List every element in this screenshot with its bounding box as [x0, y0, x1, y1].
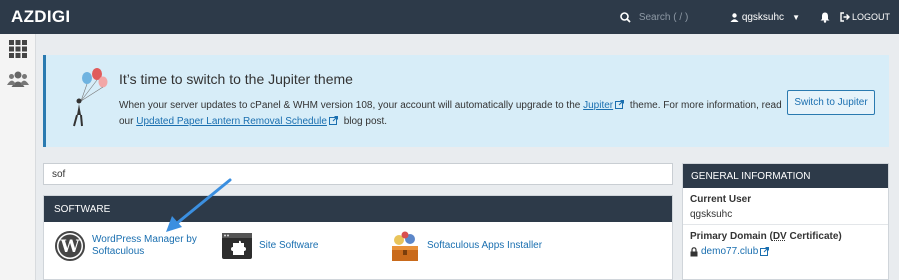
logout-label: LOGOUT — [851, 12, 890, 22]
app-site-software[interactable]: Site Software — [221, 230, 318, 262]
general-information-heading[interactable]: GENERAL INFORMATION — [683, 164, 888, 188]
software-panel-heading[interactable]: SOFTWARE — [44, 196, 672, 222]
jupiter-link[interactable]: Jupiter — [583, 100, 613, 111]
svg-text:W: W — [59, 237, 80, 257]
user-menu[interactable]: qgsksuhc ▼ — [730, 12, 800, 23]
external-link-icon — [615, 100, 625, 109]
search-box[interactable] — [620, 11, 720, 23]
grid-icon — [9, 40, 27, 58]
app-label: WordPress Manager by Softaculous — [92, 234, 197, 257]
sidebar-home-button[interactable] — [0, 34, 36, 64]
search-icon — [620, 11, 631, 23]
users-icon — [7, 71, 29, 87]
sidebar — [0, 34, 36, 280]
notice-body: When your server updates to cPanel & WHM… — [119, 98, 789, 130]
top-bar-actions: qgsksuhc ▼ LOGOUT — [620, 0, 899, 34]
current-user-value: qgsksuhc — [690, 209, 733, 220]
user-icon — [730, 12, 739, 22]
app-label: Softaculous Apps Installer — [427, 240, 543, 251]
notifications-bell[interactable] — [820, 12, 830, 23]
balloons-illustration-icon — [73, 68, 108, 127]
top-bar: AZDIGI qgsksuhc ▼ LOGOUT — [0, 0, 899, 34]
external-link-icon — [328, 116, 338, 125]
notice-title: It’s time to switch to the Jupiter theme — [119, 71, 353, 87]
sidebar-users-button[interactable] — [0, 64, 36, 94]
search-input[interactable] — [638, 11, 709, 23]
primary-domain-label-start: Primary Domain ( — [690, 231, 773, 242]
primary-domain-label-end: Certificate) — [786, 231, 842, 242]
notice-text-start: When your server updates to cPanel & WHM… — [119, 100, 581, 111]
logout-button[interactable]: LOGOUT — [840, 12, 890, 22]
domain-name: demo77.club — [701, 246, 759, 257]
pointer-arrow-icon — [166, 178, 232, 232]
current-user-row: Current User qgsksuhc — [683, 188, 888, 225]
chevron-down-icon: ▼ — [792, 12, 800, 22]
current-user-label: Current User — [690, 194, 752, 205]
logout-icon — [840, 12, 850, 22]
primary-domain-row: Primary Domain (DV Certificate) demo77.c… — [683, 225, 888, 261]
softaculous-icon — [389, 230, 421, 262]
primary-domain-link[interactable]: demo77.club — [690, 246, 881, 257]
notice-text-end: blog post. — [343, 116, 388, 127]
app-softaculous-installer[interactable]: Softaculous Apps Installer — [389, 230, 542, 262]
app-label: Site Software — [259, 240, 319, 251]
removal-schedule-link[interactable]: Updated Paper Lantern Removal Schedule — [136, 116, 327, 127]
tools-filter-input[interactable] — [43, 163, 673, 185]
lock-icon — [690, 246, 698, 256]
wordpress-icon: W — [54, 230, 86, 262]
software-apps: W WordPress Manager by Softaculous Site … — [44, 222, 672, 280]
external-link-icon — [760, 247, 770, 256]
software-panel: SOFTWARE W WordPress Manager by Softacul… — [43, 195, 673, 280]
general-information-panel: GENERAL INFORMATION Current User qgsksuh… — [682, 163, 889, 280]
brand-logo[interactable]: AZDIGI — [11, 7, 131, 27]
bell-icon — [820, 12, 830, 23]
primary-domain-label: Primary Domain (DV Certificate) — [690, 231, 881, 242]
switch-to-jupiter-button[interactable]: Switch to Jupiter — [787, 90, 875, 115]
dv-abbreviation: DV — [772, 231, 787, 242]
jupiter-notice: It’s time to switch to the Jupiter theme… — [43, 55, 889, 147]
username: qgsksuhc — [741, 11, 785, 23]
